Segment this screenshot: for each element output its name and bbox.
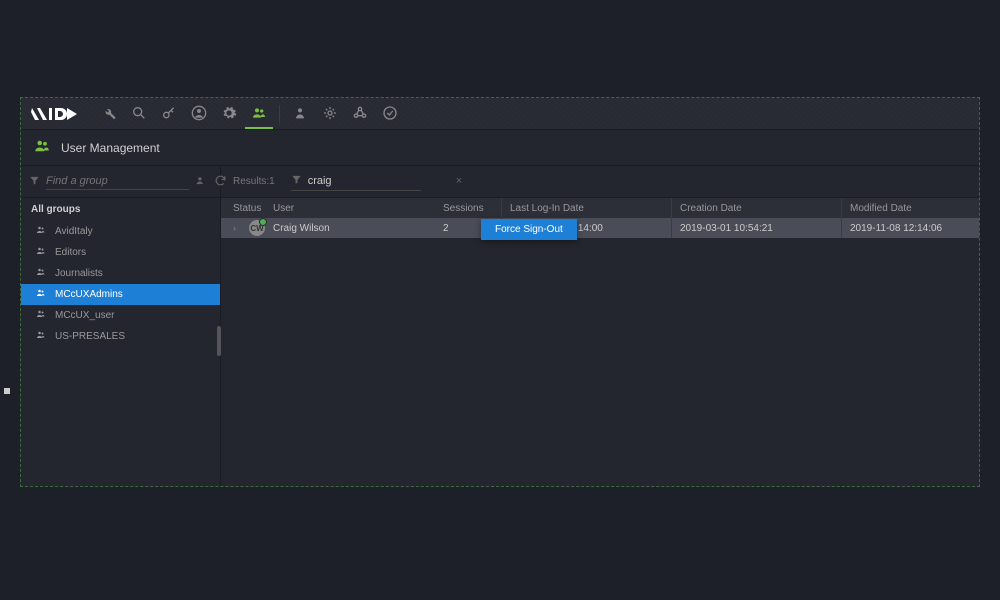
sidebar-group-item[interactable]: MCcUX_user <box>21 305 220 326</box>
group-label: MCcUX_user <box>55 310 114 321</box>
search-icon[interactable] <box>125 99 153 129</box>
col-created[interactable]: Creation Date <box>671 198 841 218</box>
chevron-right-icon[interactable]: › <box>233 223 243 233</box>
filter-icon <box>291 174 302 188</box>
users-icon[interactable] <box>245 99 273 129</box>
wrench-icon[interactable] <box>95 99 123 129</box>
group-label: MCcUXAdmins <box>55 289 123 300</box>
user-search: × <box>291 172 421 191</box>
key-icon[interactable] <box>155 99 183 129</box>
topbar <box>21 98 979 130</box>
add-group-icon[interactable] <box>195 174 208 190</box>
group-icon <box>35 287 47 302</box>
cell-created: 2019-03-01 10:54:21 <box>671 218 841 238</box>
sidebar-group-item[interactable]: US-PRESALES <box>21 326 220 347</box>
all-groups-label[interactable]: All groups <box>21 198 220 221</box>
col-login[interactable]: Last Log-In Date <box>501 198 671 218</box>
separator <box>279 105 280 123</box>
cell-modified: 2019-11-08 12:14:06 <box>841 218 979 238</box>
app-window: User Management All groups AvidItaly Edit… <box>20 97 980 487</box>
sidebar-group-item[interactable]: Journalists <box>21 263 220 284</box>
group-search-row <box>21 166 220 198</box>
group-label: Editors <box>55 247 86 258</box>
nodes-icon[interactable] <box>346 99 374 129</box>
filter-icon <box>29 175 40 189</box>
group-icon <box>35 308 47 323</box>
col-sessions[interactable]: Sessions <box>443 203 501 214</box>
col-modified[interactable]: Modified Date <box>841 198 979 218</box>
gear-icon[interactable] <box>215 99 243 129</box>
group-icon <box>35 224 47 239</box>
group-label: Journalists <box>55 268 103 279</box>
sidebar: All groups AvidItaly Editors Journalists MC… <box>21 166 221 486</box>
avid-logo <box>29 106 81 122</box>
sidebar-group-item[interactable]: MCcUXAdmins <box>21 284 220 305</box>
content-toolbar: Results:1 × <box>221 166 979 198</box>
col-user[interactable]: User <box>273 203 443 214</box>
main: All groups AvidItaly Editors Journalists MC… <box>21 166 979 486</box>
col-status[interactable]: Status <box>233 203 273 214</box>
marker <box>4 388 10 394</box>
page-titlebar: User Management <box>21 130 979 166</box>
context-menu-force-signout[interactable]: Force Sign-Out <box>481 219 577 240</box>
group-label: AvidItaly <box>55 226 93 237</box>
content: Results:1 × Status User Sessions Last Lo… <box>221 166 979 486</box>
group-icon <box>35 245 47 260</box>
avatar: CW <box>249 220 265 236</box>
sidebar-group-item[interactable]: Editors <box>21 242 220 263</box>
person-icon[interactable] <box>286 99 314 129</box>
group-label: US-PRESALES <box>55 331 125 342</box>
users-icon <box>33 137 51 158</box>
checkmark-circle-icon[interactable] <box>376 99 404 129</box>
clear-search-icon[interactable]: × <box>456 175 462 187</box>
cell-user: Craig Wilson <box>273 223 443 234</box>
page-title: User Management <box>61 141 160 155</box>
table-row[interactable]: ›CWCraig Wilson22020-06-10 10:14:002019-… <box>221 218 979 238</box>
user-circle-icon[interactable] <box>185 99 213 129</box>
group-icon <box>35 329 47 344</box>
resize-handle[interactable] <box>217 326 221 356</box>
sidebar-group-item[interactable]: AvidItaly <box>21 221 220 242</box>
results-count: Results:1 <box>233 176 275 187</box>
sparkle-icon[interactable] <box>316 99 344 129</box>
group-search-input[interactable] <box>46 173 189 190</box>
table-header: Status User Sessions Last Log-In Date Cr… <box>221 198 979 218</box>
user-search-input[interactable] <box>308 175 450 187</box>
group-icon <box>35 266 47 281</box>
